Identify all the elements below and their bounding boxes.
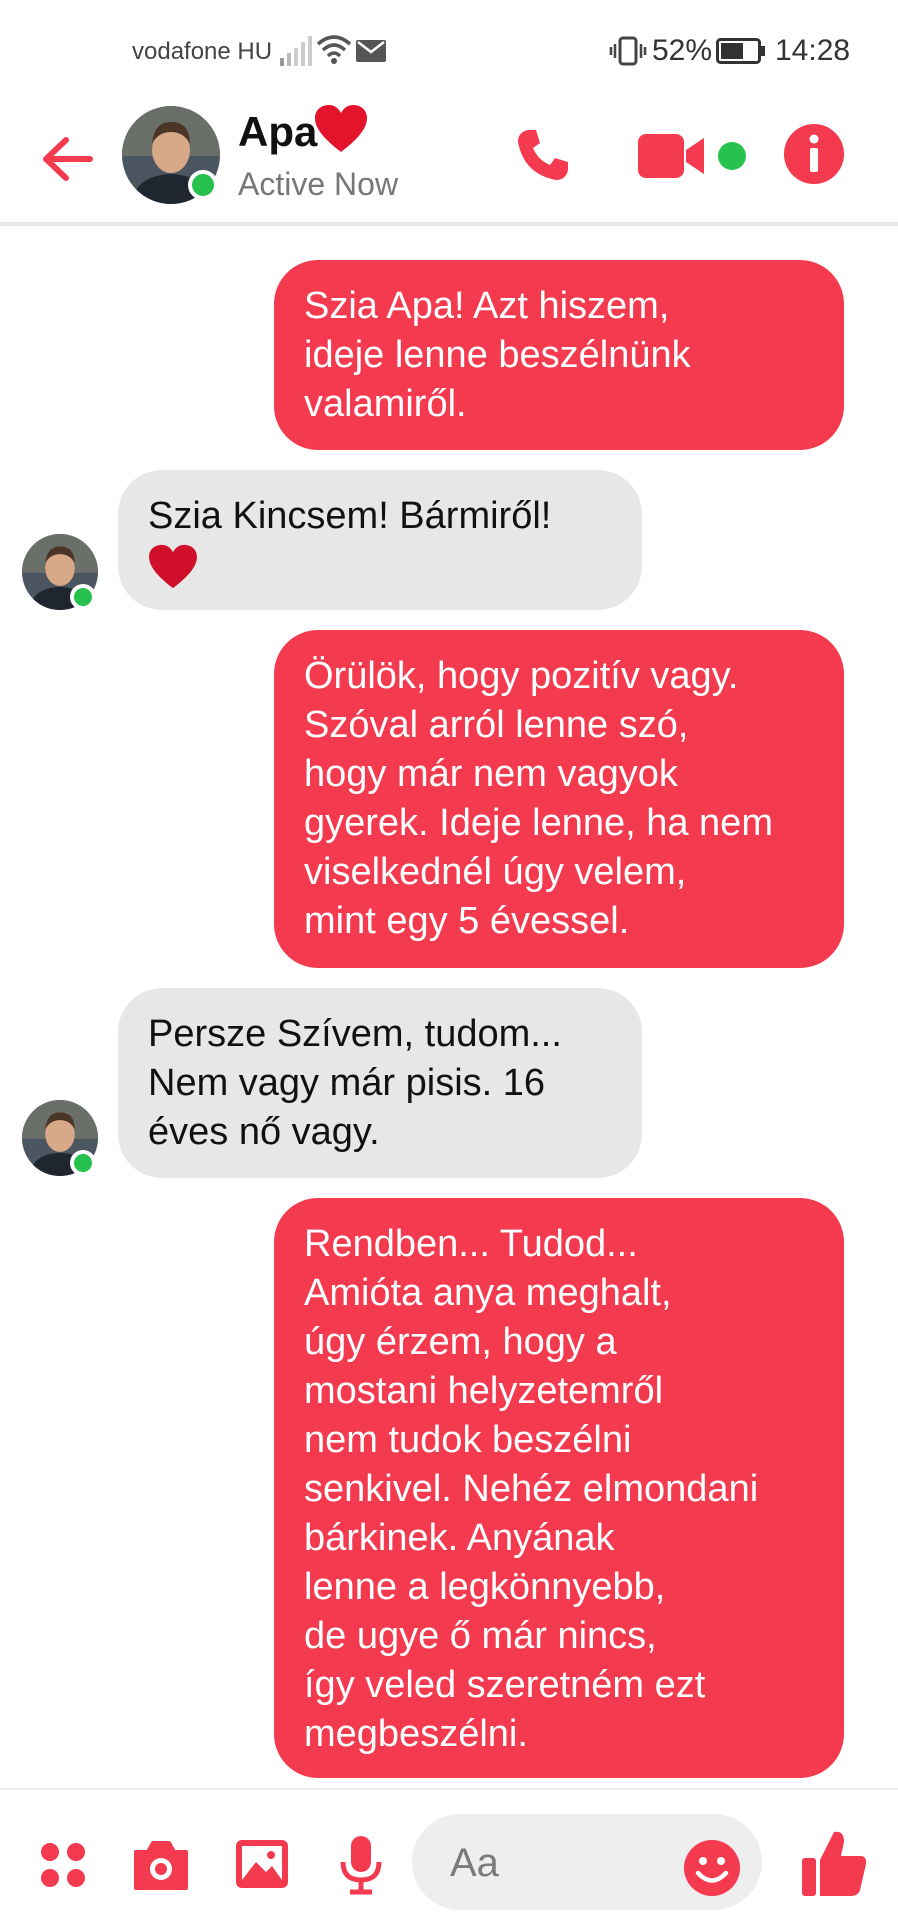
online-status-dot [188, 170, 218, 200]
heart-icon [149, 544, 197, 589]
message-line: megbeszélni. [304, 1713, 528, 1755]
outgoing-message-bubble[interactable]: Örülök, hogy pozitív vagy. Szóval arról … [274, 630, 844, 968]
message-line: viselkednél úgy velem, [304, 851, 687, 893]
message-line: Szia Apa! Azt hiszem, [304, 285, 670, 327]
carrier-name: vodafone HU [132, 38, 273, 65]
contact-name[interactable]: Apa [238, 108, 317, 156]
message-line: lenne a legkönnyebb, [304, 1566, 666, 1608]
emoji-icon[interactable] [682, 1838, 742, 1898]
camera-icon[interactable] [132, 1838, 190, 1892]
message-line: ideje lenne beszélnünk [304, 334, 691, 376]
video-available-dot [718, 142, 746, 170]
info-icon[interactable] [782, 122, 846, 186]
phone-icon[interactable] [514, 126, 572, 184]
incoming-message-bubble[interactable]: Persze Szívem, tudom... Nem vagy már pis… [118, 988, 642, 1178]
gallery-icon[interactable] [234, 1838, 290, 1890]
message-line: mint egy 5 évessel. [304, 900, 630, 942]
message-line: de ugye ő már nincs, [304, 1615, 657, 1657]
message-line: mostani helyzetemről [304, 1370, 664, 1412]
message-line: így veled szeretném ezt [304, 1664, 706, 1706]
signal-icon [280, 36, 312, 66]
vibrate-icon [609, 36, 647, 66]
clock: 14:28 [775, 34, 851, 67]
message-line: Amióta anya meghalt, [304, 1272, 672, 1314]
message-line: senkivel. Nehéz elmondani [304, 1468, 759, 1510]
outgoing-message-bubble[interactable]: Szia Apa! Azt hiszem, ideje lenne beszél… [274, 260, 844, 450]
presence-status: Active Now [238, 166, 399, 202]
back-arrow-icon[interactable] [38, 130, 96, 188]
message-line: gyerek. Ideje lenne, ha nem [304, 802, 773, 844]
video-camera-icon[interactable] [636, 130, 708, 182]
thumbs-up-icon[interactable] [800, 1826, 868, 1898]
conversation-header: Apa Active Now [0, 100, 898, 226]
message-line: Szia Kincsem! Bármiről! [148, 495, 552, 537]
message-line: Örülök, hogy pozitív vagy. [304, 655, 739, 697]
online-status-dot [70, 584, 96, 610]
message-line: Szóval arról lenne szó, [304, 704, 689, 746]
wifi-icon [316, 35, 352, 64]
message-line: bárkinek. Anyának [304, 1517, 615, 1559]
message-line: hogy már nem vagyok [304, 753, 678, 795]
message-line: Persze Szívem, tudom... [148, 1013, 562, 1055]
incoming-message-bubble[interactable]: Szia Kincsem! Bármiről! [118, 470, 642, 610]
online-status-dot [70, 1150, 96, 1176]
message-input[interactable] [448, 1834, 672, 1892]
message-line: nem tudok beszélni [304, 1419, 632, 1461]
outgoing-message-bubble[interactable]: Rendben... Tudod... Amióta anya meghalt,… [274, 1198, 844, 1778]
message-line: éves nő vagy. [148, 1111, 380, 1153]
message-line: úgy érzem, hogy a [304, 1321, 617, 1363]
message-notification-icon [356, 40, 386, 62]
microphone-icon[interactable] [338, 1834, 384, 1896]
battery-icon [716, 38, 765, 64]
message-line: Nem vagy már pisis. 16 [148, 1062, 546, 1104]
message-line: Rendben... Tudod... [304, 1223, 638, 1265]
status-bar: vodafone HU 52% 14:28 [0, 0, 898, 100]
battery-percentage: 52% [652, 34, 713, 67]
message-composer [0, 1788, 898, 1922]
message-line: valamiről. [304, 383, 467, 425]
heart-icon [315, 105, 367, 152]
menu-dots-icon[interactable] [38, 1840, 88, 1890]
